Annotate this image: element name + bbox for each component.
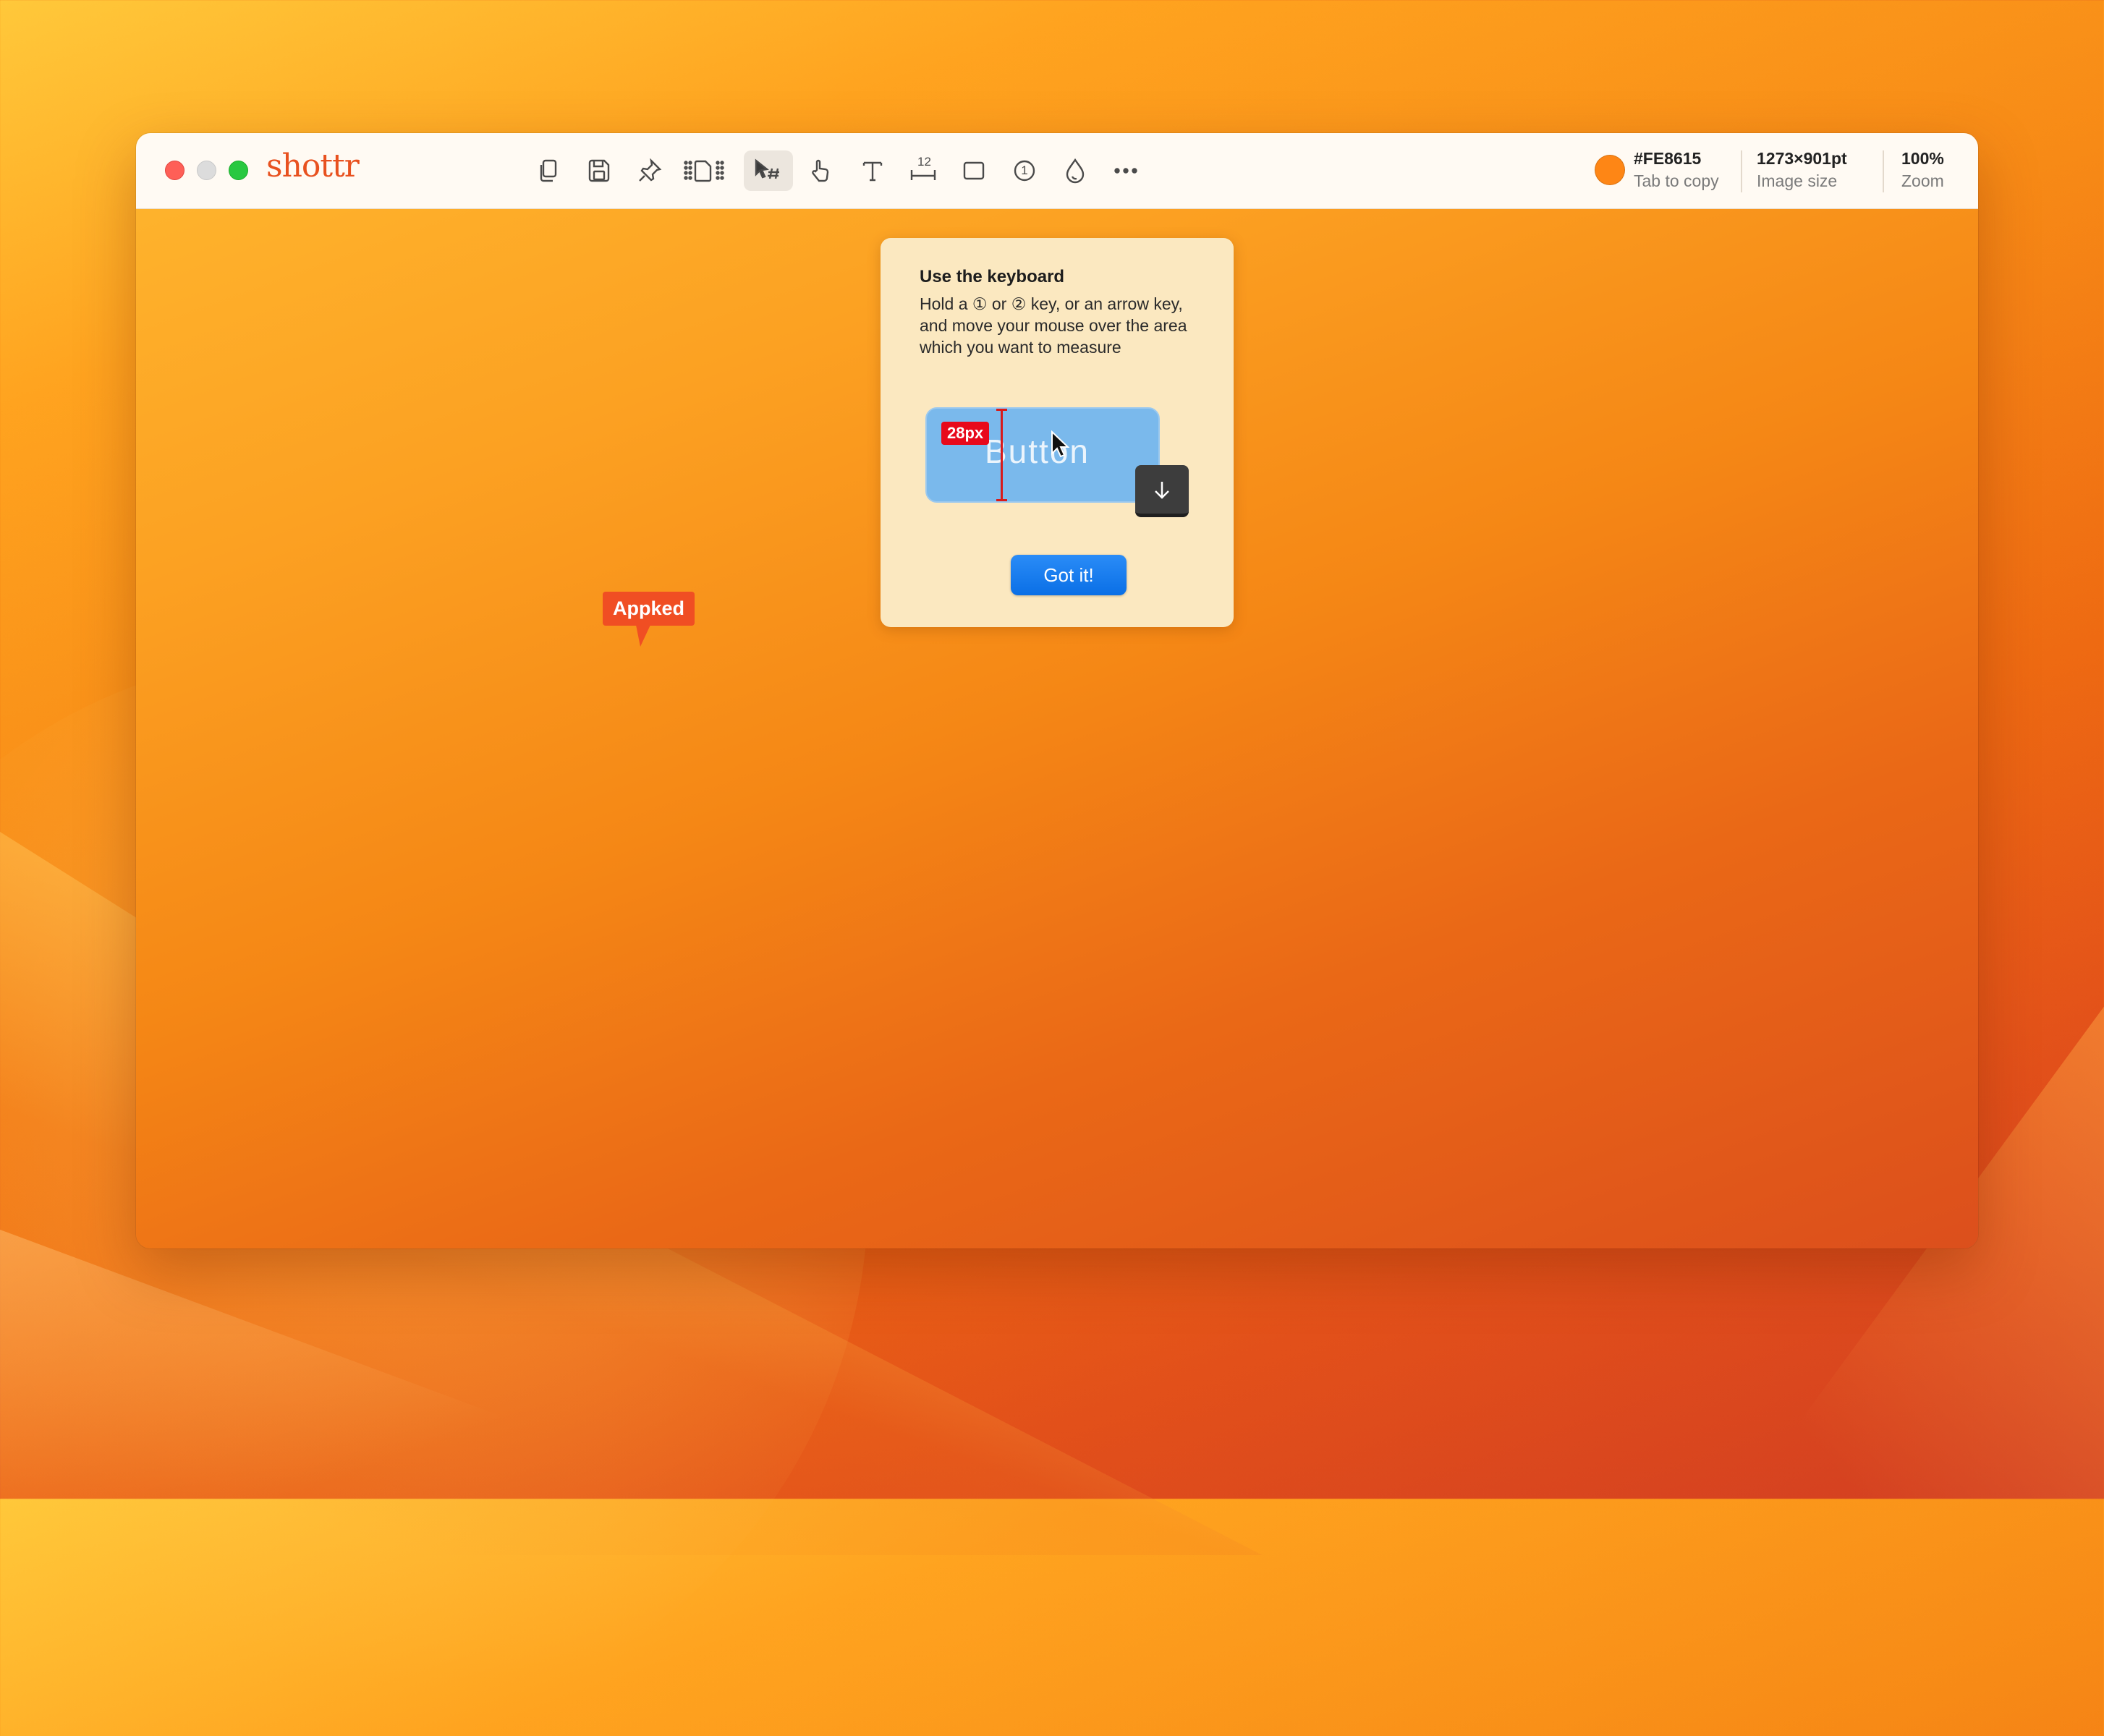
got-it-button[interactable]: Got it! [1011, 555, 1127, 595]
close-window-button[interactable] [165, 161, 184, 180]
watermark-label: Appked [603, 592, 695, 647]
measure-badge: 28px [941, 422, 990, 445]
watermark-text: Appked [603, 592, 695, 626]
keyboard-tip-popover: Use the keyboard Hold a ① or ② key, or a… [881, 238, 1234, 627]
divider [1741, 150, 1742, 192]
text-icon [862, 161, 883, 182]
color-picker-drop-icon [1066, 158, 1085, 184]
picked-color-swatch[interactable] [1595, 155, 1625, 185]
measure-line [1001, 409, 1003, 501]
measure-tick-top [996, 409, 1007, 411]
more-icon [1114, 168, 1137, 174]
text-tool-button[interactable] [851, 150, 894, 191]
expand-canvas-icon [684, 160, 724, 182]
tip-title: Use the keyboard [920, 267, 1065, 286]
ruler-tool-button[interactable]: 12 [902, 150, 945, 191]
divider [1883, 150, 1884, 192]
step-counter-button[interactable]: 1 [1003, 150, 1046, 191]
step-counter-label: 1 [1021, 163, 1028, 177]
toolbar: shottr 12 1 #FE8615 Tab to copy 1273×901… [136, 133, 1978, 209]
zoom-value: 100% [1901, 149, 1944, 168]
expand-canvas-button[interactable] [679, 150, 737, 191]
window-controls [165, 161, 248, 180]
copy-icon [540, 159, 557, 182]
select-tool-button[interactable] [744, 150, 793, 191]
zoom-info[interactable]: 100% Zoom [1901, 149, 1944, 191]
hand-tool-button[interactable] [800, 150, 844, 191]
copy-button[interactable] [527, 150, 570, 191]
save-icon [588, 159, 610, 182]
color-picker-button[interactable] [1053, 150, 1097, 191]
minimize-window-button[interactable] [197, 161, 216, 180]
app-logo: shottr [266, 148, 360, 184]
pin-icon [639, 158, 662, 182]
tool-group: 12 1 [527, 149, 1155, 192]
save-button[interactable] [577, 150, 621, 191]
rectangle-icon [963, 161, 985, 180]
image-size-info: 1273×901pt Image size [1757, 149, 1847, 191]
watermark-tail [636, 625, 650, 647]
mouse-cursor-icon [1051, 430, 1070, 458]
pin-button[interactable] [628, 150, 671, 191]
color-info[interactable]: #FE8615 Tab to copy [1634, 149, 1719, 191]
tip-body: Hold a ① or ② key, or an arrow key, and … [920, 294, 1187, 357]
ruler-value-label: 12 [917, 155, 931, 169]
rectangle-tool-button[interactable] [952, 150, 996, 191]
down-arrow-key-icon [1135, 465, 1189, 517]
color-copy-hint: Tab to copy [1634, 171, 1719, 190]
color-hex-value: #FE8615 [1634, 149, 1702, 168]
image-size-label: Image size [1757, 171, 1838, 190]
shottr-window: shottr 12 1 #FE8615 Tab to copy 1273×901… [136, 133, 1978, 1248]
measure-tick-bottom [996, 499, 1007, 501]
image-size-value: 1273×901pt [1757, 149, 1847, 168]
measure-demo-button: Button 28px [925, 407, 1160, 503]
more-button[interactable] [1104, 150, 1148, 191]
zoom-label: Zoom [1901, 171, 1944, 190]
zoom-window-button[interactable] [229, 161, 248, 180]
select-arrow-icon [755, 158, 779, 179]
hand-icon [812, 159, 829, 182]
